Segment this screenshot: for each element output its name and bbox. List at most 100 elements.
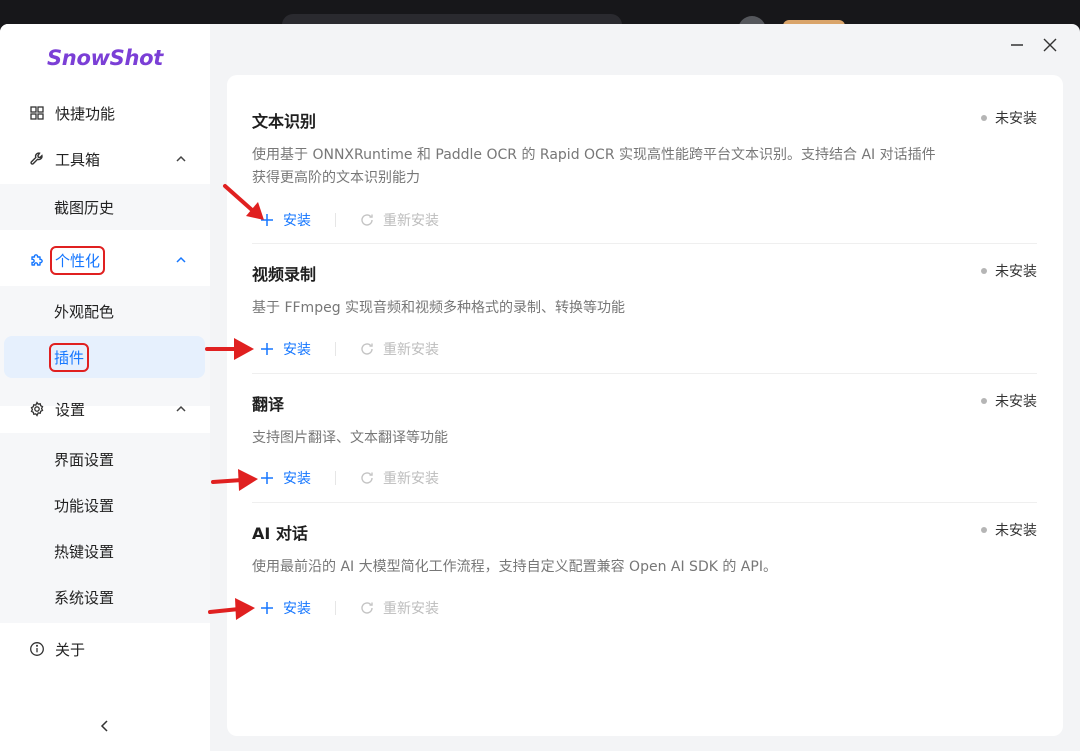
sidebar-item-label: 设置 — [55, 400, 86, 419]
refresh-icon — [361, 472, 373, 484]
action-divider — [335, 213, 336, 227]
install-button[interactable]: 安装 — [260, 598, 311, 618]
status-text: 未安装 — [995, 111, 1037, 127]
install-label: 安装 — [283, 471, 311, 487]
status-text: 未安装 — [995, 264, 1037, 280]
annotation-arrow-icon — [211, 469, 258, 491]
description-line: 基于 FFmpeg 实现音频和视频多种格式的录制、转换等功能 — [252, 300, 626, 316]
plugin-description: 使用基于 ONNXRuntime 和 Paddle OCR 的 Rapid OC… — [252, 144, 952, 190]
plugins-card: 文本识别 未安装 使用基于 ONNXRuntime 和 Paddle OCR 的… — [227, 75, 1063, 736]
plugin-ai-chat: AI 对话 未安装 使用最前沿的 AI 大模型简化工作流程，支持自定义配置兼容 … — [252, 520, 1037, 630]
plugin-actions: 安装 重新安装 — [260, 339, 439, 359]
sidebar-item-label: 个性化 — [50, 245, 106, 275]
sidebar-item-label: 外观配色 — [54, 302, 115, 321]
description-line: 使用最前沿的 AI 大模型简化工作流程，支持自定义配置兼容 Open AI SD… — [252, 559, 777, 575]
plugin-ocr: 文本识别 未安装 使用基于 ONNXRuntime 和 Paddle OCR 的… — [252, 108, 1037, 238]
sidebar-item-shortcuts[interactable]: 快捷功能 — [0, 90, 210, 136]
submenu-toolbox: 截图历史 — [0, 184, 210, 230]
action-divider — [335, 471, 336, 485]
plugin-title: AI 对话 — [252, 524, 308, 543]
status-text: 未安装 — [995, 394, 1037, 410]
status-text: 未安装 — [995, 523, 1037, 539]
reinstall-label: 重新安装 — [383, 471, 439, 487]
install-label: 安装 — [283, 601, 311, 617]
status-dot — [981, 398, 987, 404]
close-icon[interactable] — [1039, 34, 1061, 56]
chevron-up-icon — [175, 151, 187, 163]
install-button[interactable]: 安装 — [260, 468, 311, 488]
plus-icon — [261, 343, 273, 355]
divider — [252, 243, 1037, 244]
status-badge: 未安装 — [981, 520, 1037, 540]
sidebar-item-about[interactable]: 关于 — [0, 626, 210, 672]
sidebar-item-appearance[interactable]: 外观配色 — [0, 288, 210, 334]
reinstall-button[interactable]: 重新安装 — [360, 598, 439, 618]
refresh-icon — [361, 343, 373, 355]
wrench-icon — [28, 150, 46, 168]
description-line: 使用基于 ONNXRuntime 和 Paddle OCR 的 Rapid OC… — [252, 147, 936, 163]
install-label: 安装 — [283, 342, 311, 358]
annotation-arrow-icon — [223, 184, 264, 220]
action-divider — [335, 342, 336, 356]
plugin-description: 使用最前沿的 AI 大模型简化工作流程，支持自定义配置兼容 Open AI SD… — [252, 556, 952, 579]
annotation-arrow-icon — [208, 598, 255, 620]
plugin-video-recording: 视频录制 未安装 基于 FFmpeg 实现音频和视频多种格式的录制、转换等功能 … — [252, 261, 1037, 371]
reinstall-label: 重新安装 — [383, 213, 439, 229]
description-line: 支持图片翻译、文本翻译等功能 — [252, 430, 448, 446]
plugin-actions: 安装 重新安装 — [260, 468, 439, 488]
sidebar-item-plugins[interactable]: 插件 — [4, 336, 205, 378]
sidebar-item-settings[interactable]: 设置 — [0, 386, 210, 432]
status-badge: 未安装 — [981, 108, 1037, 128]
sidebar-item-interface-settings[interactable]: 界面设置 — [0, 436, 210, 482]
info-icon — [28, 640, 46, 658]
sidebar-item-screenshot-history[interactable]: 截图历史 — [0, 184, 210, 230]
install-label: 安装 — [283, 213, 311, 229]
plugin-description: 基于 FFmpeg 实现音频和视频多种格式的录制、转换等功能 — [252, 297, 952, 320]
sidebar-item-label: 界面设置 — [54, 450, 115, 469]
sidebar-item-label: 截图历史 — [54, 198, 115, 217]
sidebar-item-label: 工具箱 — [55, 150, 101, 169]
puzzle-icon — [28, 251, 46, 269]
reinstall-button[interactable]: 重新安装 — [360, 210, 439, 230]
description-line: 获得更高阶的文本识别能力 — [252, 170, 420, 186]
divider — [252, 373, 1037, 374]
plugin-translation: 翻译 未安装 支持图片翻译、文本翻译等功能 安装 重新安装 — [252, 391, 1037, 501]
plugin-title: 翻译 — [252, 395, 285, 414]
status-badge: 未安装 — [981, 391, 1037, 411]
install-button[interactable]: 安装 — [260, 339, 311, 359]
action-divider — [335, 601, 336, 615]
status-dot — [981, 115, 987, 121]
reinstall-label: 重新安装 — [383, 601, 439, 617]
submenu-settings: 界面设置 功能设置 热键设置 系统设置 — [0, 433, 210, 623]
gear-icon — [28, 400, 46, 418]
sidebar-item-label: 插件 — [49, 342, 90, 372]
status-dot — [981, 527, 987, 533]
sidebar-item-toolbox[interactable]: 工具箱 — [0, 136, 210, 182]
plugin-actions: 安装 重新安装 — [260, 598, 439, 618]
refresh-icon — [361, 214, 373, 226]
sidebar-item-label: 关于 — [55, 640, 86, 659]
plugin-actions: 安装 重新安装 — [260, 210, 439, 230]
sidebar-item-system-settings[interactable]: 系统设置 — [0, 574, 210, 620]
sidebar: SnowShot 快捷功能 工具箱 截图历史 个性化 外观配色 插件 设置 界面… — [0, 24, 210, 751]
chevron-left-icon[interactable] — [98, 718, 112, 732]
refresh-icon — [361, 602, 373, 614]
reinstall-button[interactable]: 重新安装 — [360, 468, 439, 488]
chevron-up-icon — [175, 401, 187, 413]
divider — [252, 502, 1037, 503]
sidebar-item-personalization[interactable]: 个性化 — [0, 237, 210, 283]
minimize-icon[interactable] — [1006, 34, 1028, 56]
grid-icon — [28, 104, 46, 122]
reinstall-button[interactable]: 重新安装 — [360, 339, 439, 359]
plugin-title: 文本识别 — [252, 112, 317, 131]
reinstall-label: 重新安装 — [383, 342, 439, 358]
sidebar-item-label: 热键设置 — [54, 542, 115, 561]
status-dot — [981, 268, 987, 274]
plugin-description: 支持图片翻译、文本翻译等功能 — [252, 427, 952, 450]
plugin-title: 视频录制 — [252, 265, 317, 284]
app-logo: SnowShot — [46, 46, 164, 70]
plus-icon — [261, 602, 273, 614]
sidebar-item-hotkey-settings[interactable]: 热键设置 — [0, 528, 210, 574]
sidebar-item-function-settings[interactable]: 功能设置 — [0, 482, 210, 528]
status-badge: 未安装 — [981, 261, 1037, 281]
